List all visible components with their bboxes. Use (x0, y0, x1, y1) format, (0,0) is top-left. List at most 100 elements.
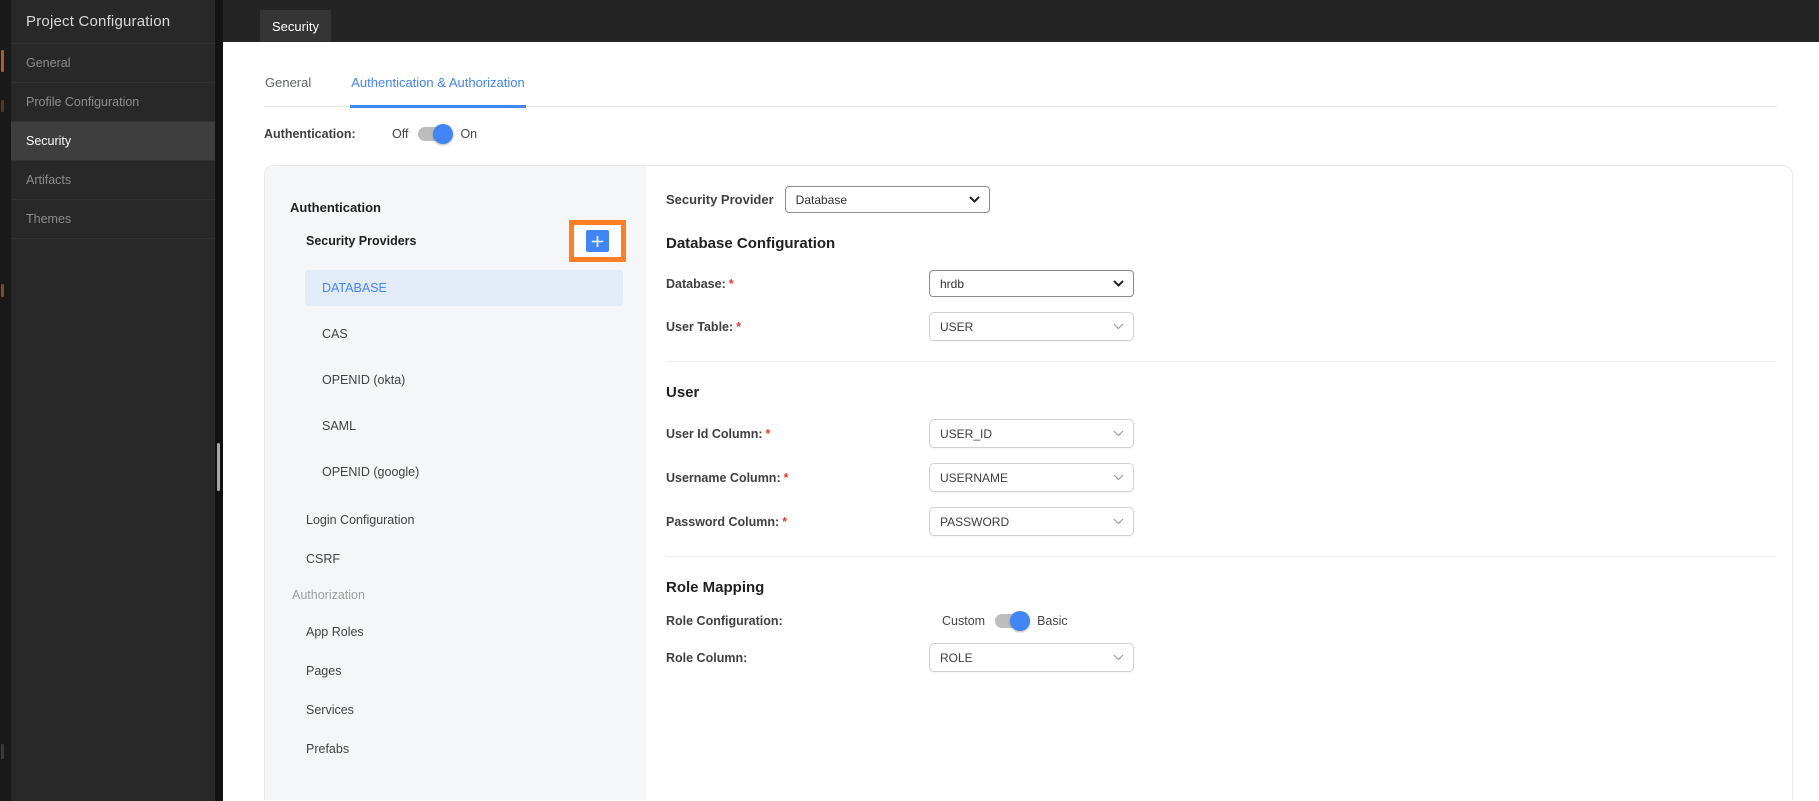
left-rail (0, 0, 11, 801)
security-provider-select[interactable]: Database (784, 186, 990, 213)
database-configuration-heading: Database Configuration (666, 235, 836, 252)
role-mapping-heading: Role Mapping (666, 579, 765, 596)
database-row: Database: * hrdb (666, 270, 1776, 297)
rail-marker (1, 284, 4, 297)
user-table-select[interactable]: USER (929, 312, 1134, 341)
tab-general[interactable]: General (264, 75, 312, 108)
role-configuration-toggle[interactable]: Custom Basic (929, 611, 1068, 631)
toggle-track[interactable] (995, 611, 1031, 631)
toggle-knob (433, 124, 454, 144)
provider-item-database[interactable]: DATABASE (305, 270, 623, 306)
database-value: hrdb (940, 276, 965, 291)
provider-form: Security Provider Database Database Conf… (646, 166, 1792, 800)
toggle-off-label: Off (392, 127, 409, 141)
authentication-toggle-row: Authentication: Off On (264, 123, 1793, 145)
highlight-annotation (569, 220, 626, 262)
scrollbar-thumb[interactable] (217, 443, 220, 491)
toggle-basic-label: Basic (1037, 614, 1068, 628)
nav-item-login-configuration[interactable]: Login Configuration (265, 500, 646, 539)
user-table-label: User Table: * (666, 320, 929, 334)
user-table-value: USER (940, 319, 974, 334)
password-column-select[interactable]: PASSWORD (929, 507, 1134, 536)
nav-item-csrf[interactable]: CSRF (265, 539, 646, 578)
authorization-section-heading: Authorization (292, 588, 365, 602)
security-settings-content: General Authentication & Authorization A… (223, 42, 1819, 801)
sidebar-item-security[interactable]: Security (11, 121, 215, 160)
required-asterisk: * (782, 514, 788, 529)
sidebar-title: Project Configuration (26, 13, 171, 30)
rail-marker (1, 50, 4, 72)
user-section-heading: User (666, 384, 700, 401)
section-divider (666, 361, 1776, 362)
toggle-track[interactable] (418, 124, 454, 144)
password-label-text: Password Column: (666, 514, 780, 529)
database-label-text: Database: (666, 276, 726, 291)
user-table-label-text: User Table: (666, 319, 734, 334)
nav-item-pages[interactable]: Pages (265, 651, 646, 690)
settings-tabs: General Authentication & Authorization (264, 75, 1777, 108)
username-column-row: Username Column: * USERNAME (666, 463, 1776, 492)
chevron-down-icon (1113, 323, 1124, 330)
security-providers-row: Security Providers (306, 219, 626, 263)
tab-authentication-authorization[interactable]: Authentication & Authorization (350, 75, 526, 108)
database-select[interactable]: hrdb (929, 270, 1134, 297)
toggle-on-label: On (460, 127, 478, 141)
sidebar-scrollbar[interactable] (215, 0, 223, 801)
user-id-column-select[interactable]: USER_ID (929, 419, 1134, 448)
chevron-down-icon (1113, 518, 1124, 525)
sidebar-item-themes[interactable]: Themes (11, 199, 215, 239)
database-label: Database: * (666, 277, 929, 291)
required-asterisk: * (765, 426, 771, 441)
provider-item-openid-google[interactable]: OPENID (google) (305, 454, 623, 490)
provider-list: DATABASE CAS OPENID (okta) SAML OPENID (… (265, 270, 646, 490)
username-column-value: USERNAME (940, 470, 1009, 485)
chevron-down-icon (1113, 280, 1124, 287)
chevron-down-icon (968, 196, 980, 203)
plus-icon (591, 235, 604, 247)
authentication-toggle[interactable]: Off On (392, 124, 478, 144)
add-security-provider-button[interactable] (586, 230, 609, 252)
main-area: Security General Authentication & Author… (223, 0, 1819, 801)
section-divider (666, 556, 1776, 557)
project-configuration-window: Project Configuration General Profile Co… (0, 0, 1819, 801)
sidebar-item-profile-configuration[interactable]: Profile Configuration (11, 82, 215, 121)
rail-marker (1, 100, 4, 112)
role-configuration-row: Role Configuration: Custom Basic (666, 611, 1776, 631)
role-column-value: ROLE (940, 650, 973, 665)
user-id-column-label: User Id Column: * (666, 427, 929, 441)
chevron-down-icon (1113, 474, 1124, 481)
security-provider-value: Database (795, 192, 848, 207)
role-column-select[interactable]: ROLE (929, 643, 1134, 672)
username-column-select[interactable]: USERNAME (929, 463, 1134, 492)
password-column-label: Password Column: * (666, 515, 929, 529)
top-tab-security[interactable]: Security (260, 10, 331, 42)
user-id-column-row: User Id Column: * USER_ID (666, 419, 1776, 448)
sidebar-item-artifacts[interactable]: Artifacts (11, 160, 215, 199)
authentication-label: Authentication: (264, 127, 356, 141)
sidebar: Project Configuration General Profile Co… (11, 0, 215, 801)
provider-item-saml[interactable]: SAML (305, 408, 623, 444)
rail-marker (1, 744, 4, 759)
provider-item-cas[interactable]: CAS (305, 316, 623, 352)
toggle-knob (1010, 611, 1031, 631)
nav-item-services[interactable]: Services (265, 690, 646, 729)
user-id-label-text: User Id Column: (666, 426, 763, 441)
nav-item-app-roles[interactable]: App Roles (265, 612, 646, 651)
toggle-custom-label: Custom (942, 614, 986, 628)
username-column-label: Username Column: * (666, 471, 929, 485)
username-label-text: Username Column: (666, 470, 781, 485)
chevron-down-icon (1113, 654, 1124, 661)
sidebar-item-general[interactable]: General (11, 43, 215, 82)
user-table-row: User Table: * USER (666, 312, 1776, 341)
role-column-row: Role Column: ROLE (666, 643, 1776, 672)
password-column-value: PASSWORD (940, 514, 1010, 529)
security-settings-card: Authentication Security Providers DATABA… (264, 165, 1793, 800)
nav-item-prefabs[interactable]: Prefabs (265, 729, 646, 768)
top-tab-bar: Security (223, 0, 1819, 42)
provider-item-openid-okta[interactable]: OPENID (okta) (305, 362, 623, 398)
required-asterisk: * (728, 276, 734, 291)
password-column-row: Password Column: * PASSWORD (666, 507, 1776, 536)
authentication-section-heading: Authentication (290, 200, 381, 215)
role-configuration-label: Role Configuration: (666, 614, 783, 628)
authentication-nav-panel: Authentication Security Providers DATABA… (265, 166, 646, 800)
